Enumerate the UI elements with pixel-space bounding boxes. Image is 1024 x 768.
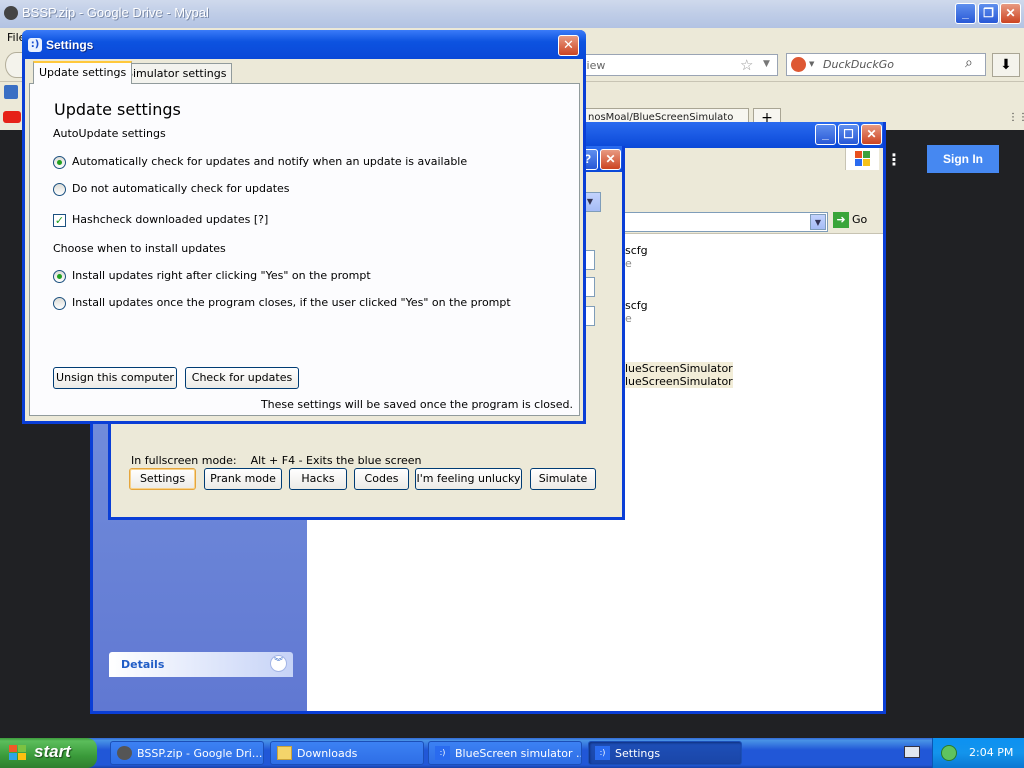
- browser-titlebar[interactable]: BSSP.zip - Google Drive - Mypal _ ❐ ✕: [0, 0, 1024, 28]
- minimize-button[interactable]: _: [955, 3, 976, 24]
- start-label: start: [34, 742, 71, 761]
- unsign-computer-button[interactable]: Unsign this computer: [53, 367, 177, 389]
- taskbar-item-bluescreen[interactable]: :) BlueScreen simulator ...: [428, 741, 582, 765]
- download-arrow-icon[interactable]: ⬇: [992, 53, 1020, 77]
- chevron-double-down-icon[interactable]: ︾: [270, 655, 287, 672]
- details-panel-header[interactable]: Details ︾: [109, 652, 293, 677]
- network-icon[interactable]: [941, 745, 957, 761]
- close-button[interactable]: ✕: [558, 35, 579, 56]
- tab-update-settings[interactable]: Update settings: [33, 61, 133, 84]
- chevron-down-icon[interactable]: ▼: [809, 60, 814, 68]
- star-icon[interactable]: ☆: [740, 56, 753, 74]
- address-input[interactable]: ▼: [623, 212, 828, 232]
- chevron-down-icon[interactable]: ▼: [763, 59, 770, 69]
- close-button[interactable]: ✕: [600, 149, 621, 170]
- bluescreen-app-icon: :): [595, 746, 610, 760]
- folder-icon: [277, 746, 292, 760]
- autoupdate-section-label: AutoUpdate settings: [53, 127, 166, 140]
- file-name[interactable]: scfg: [625, 244, 648, 257]
- check-updates-button[interactable]: Check for updates: [185, 367, 299, 389]
- file-type: e: [625, 257, 632, 270]
- search-placeholder: DuckDuckGo: [823, 58, 894, 71]
- feeling-unlucky-button[interactable]: I'm feeling unlucky: [415, 468, 522, 490]
- start-button[interactable]: start: [0, 738, 97, 768]
- system-tray: 2:04 PM: [932, 738, 1024, 768]
- no-auto-check-radio[interactable]: [53, 183, 66, 196]
- bluescreen-app-icon: :): [28, 38, 42, 52]
- taskbar-item-label: Settings: [615, 747, 661, 760]
- more-vert-icon[interactable]: ⋮: [886, 150, 902, 169]
- prank-mode-button[interactable]: Prank mode: [204, 468, 282, 490]
- duckduckgo-icon: [791, 57, 806, 72]
- browser-title: BSSP.zip - Google Drive - Mypal: [22, 5, 209, 20]
- auto-check-label[interactable]: Automatically check for updates and noti…: [72, 155, 467, 168]
- fullscreen-label: In fullscreen mode:: [131, 454, 237, 467]
- fullscreen-shortcut: Alt + F4 - Exits the blue screen: [250, 454, 422, 467]
- taskbar-item-downloads[interactable]: Downloads: [270, 741, 424, 765]
- maximize-button[interactable]: ❐: [978, 3, 999, 24]
- file-type: e: [625, 312, 632, 325]
- tab-simulator-settings[interactable]: Simulator settings: [120, 63, 233, 84]
- taskbar-item-label: BSSP.zip - Google Dri...: [137, 747, 263, 760]
- sign-in-button[interactable]: Sign In: [927, 145, 999, 173]
- file-name-selected[interactable]: lueScreenSimulator: [625, 362, 733, 375]
- search-icon[interactable]: ⌕: [965, 55, 973, 71]
- close-button[interactable]: ✕: [1000, 3, 1021, 24]
- no-auto-check-label[interactable]: Do not automatically check for updates: [72, 182, 290, 195]
- simulate-button[interactable]: Simulate: [530, 468, 596, 490]
- search-input[interactable]: ▼ DuckDuckGo ⌕: [786, 53, 986, 76]
- settings-title: Settings: [46, 38, 94, 52]
- keyboard-icon[interactable]: [904, 746, 920, 758]
- codes-button[interactable]: Codes: [354, 468, 409, 490]
- install-now-label[interactable]: Install updates right after clicking "Ye…: [72, 269, 371, 282]
- settings-button[interactable]: Settings: [129, 468, 196, 490]
- taskbar: start BSSP.zip - Google Dri... Downloads…: [0, 738, 1024, 768]
- hashcheck-checkbox[interactable]: ✓: [53, 214, 66, 227]
- update-settings-panel: Update settings AutoUpdate settings Auto…: [29, 83, 580, 416]
- maximize-button[interactable]: ☐: [838, 124, 859, 145]
- minimize-button[interactable]: _: [815, 124, 836, 145]
- mypal-icon: [4, 6, 18, 20]
- file-name-selected[interactable]: lueScreenSimulator: [625, 375, 733, 388]
- bluescreen-app-icon: :): [435, 746, 450, 760]
- fullscreen-hint: In fullscreen mode: Alt + F4 - Exits the…: [131, 454, 421, 467]
- settings-titlebar[interactable]: :) Settings ✕: [22, 30, 586, 59]
- install-section-label: Choose when to install updates: [53, 242, 226, 255]
- taskbar-item-browser[interactable]: BSSP.zip - Google Dri...: [110, 741, 264, 765]
- chevron-down-icon[interactable]: ▼: [810, 214, 826, 230]
- taskbar-item-label: Downloads: [297, 747, 358, 760]
- windows-flag-icon: [845, 148, 879, 170]
- taskbar-item-label: BlueScreen simulator ...: [455, 747, 582, 760]
- bookmark-icon[interactable]: [4, 85, 18, 99]
- details-label: Details: [121, 658, 165, 671]
- file-name[interactable]: scfg: [625, 299, 648, 312]
- auto-check-radio[interactable]: [53, 156, 66, 169]
- close-button[interactable]: ✕: [861, 124, 882, 145]
- youtube-icon[interactable]: [3, 111, 21, 123]
- apps-grid-icon[interactable]: ⋮⋮: [1008, 112, 1024, 123]
- hacks-button[interactable]: Hacks: [289, 468, 347, 490]
- windows-logo-icon: [9, 745, 27, 761]
- settings-dialog: :) Settings ✕ Update settings Simulator …: [22, 30, 586, 424]
- go-label: Go: [852, 213, 868, 226]
- install-on-close-label[interactable]: Install updates once the program closes,…: [72, 296, 511, 309]
- go-arrow-icon: ➜: [833, 212, 849, 228]
- panel-heading: Update settings: [54, 100, 181, 119]
- install-now-radio[interactable]: [53, 270, 66, 283]
- url-input[interactable]: view ☆ ▼: [575, 54, 778, 76]
- install-on-close-radio[interactable]: [53, 297, 66, 310]
- saved-note: These settings will be saved once the pr…: [260, 398, 573, 411]
- mypal-icon: [117, 746, 132, 760]
- clock[interactable]: 2:04 PM: [969, 746, 1013, 759]
- taskbar-item-settings[interactable]: :) Settings: [588, 741, 742, 765]
- hashcheck-label[interactable]: Hashcheck downloaded updates [?]: [72, 213, 268, 226]
- go-button[interactable]: ➜ Go: [833, 212, 867, 228]
